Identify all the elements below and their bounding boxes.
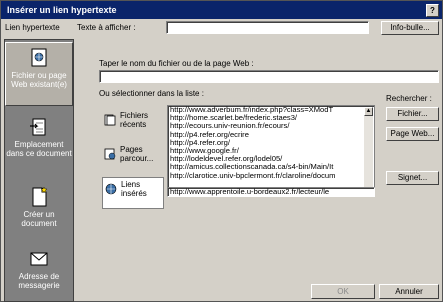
tab-label: Liens insérés xyxy=(121,180,147,198)
list-item[interactable]: http://www.adverbum.fr/index.php?class=X… xyxy=(168,106,368,114)
address-label: Taper le nom du fichier ou de la page We… xyxy=(99,59,254,68)
inserted-links-icon xyxy=(105,183,117,195)
cancel-button[interactable]: Annuler xyxy=(379,284,439,299)
document-location-icon xyxy=(30,118,46,136)
list-item[interactable]: http://clarotice.univ-bpclermont.fr/clar… xyxy=(168,172,368,180)
dialog-title: Insérer un lien hypertexte xyxy=(7,5,117,15)
tab-inserted-links[interactable]: Liens insérés xyxy=(102,177,164,209)
list-last-row[interactable]: http://www.apprentoile.u-bordeaux2.fr/le… xyxy=(167,187,375,197)
list-item[interactable]: http://lodeldevel.refer.org/lodel05/ xyxy=(168,155,368,163)
insert-hyperlink-dialog: Insérer un lien hypertexte ? Lien hypert… xyxy=(0,0,443,302)
tab-browsed-pages[interactable]: Pages parcour... xyxy=(102,143,162,171)
select-from-list-label: Ou sélectionner dans la liste : xyxy=(99,89,204,98)
web-page-icon xyxy=(31,48,47,67)
browse-label: Rechercher : xyxy=(386,94,432,103)
sidebar-item-label: Créer un document xyxy=(21,210,57,228)
address-input[interactable] xyxy=(99,70,439,83)
sidebar-item-new-document[interactable]: Créer un document xyxy=(5,186,73,236)
list-item[interactable]: http://www.apprentoile.u-bordeaux2.fr/le… xyxy=(168,188,329,196)
sidebar-item-document-location[interactable]: Emplacement dans ce document xyxy=(5,116,73,176)
link-to-label: Lien hypertexte xyxy=(5,23,60,32)
browse-web-button[interactable]: Page Web... xyxy=(386,127,439,141)
screentip-button[interactable]: Info-bulle... xyxy=(381,21,439,35)
recent-files-icon xyxy=(104,114,116,126)
sidebar-item-existing-file[interactable]: Fichier ou page Web existant(e) xyxy=(5,42,73,106)
ok-button[interactable]: OK xyxy=(311,284,375,299)
text-to-display-label: Texte à afficher : xyxy=(77,23,136,32)
tab-recent-files[interactable]: Fichiers récents xyxy=(102,109,162,137)
bookmark-button[interactable]: Signet... xyxy=(386,171,439,185)
list-item[interactable]: http://p4.refer.org/ xyxy=(168,139,368,147)
link-to-sidebar: Fichier ou page Web existant(e) Emplacem… xyxy=(4,39,74,302)
sidebar-item-label: Adresse de messagerie xyxy=(18,272,60,290)
inserted-links-list[interactable]: http://www.adverbum.fr/index.php?class=X… xyxy=(167,105,375,189)
email-icon xyxy=(30,252,48,266)
scroll-up-icon[interactable]: ▲ xyxy=(364,107,373,116)
browse-file-button[interactable]: Fichier... xyxy=(386,107,439,121)
sidebar-item-label: Emplacement dans ce document xyxy=(6,140,72,158)
text-to-display-input[interactable] xyxy=(166,21,369,34)
vertical-scrollbar[interactable]: ▲ xyxy=(364,107,373,187)
sidebar-item-email-address[interactable]: Adresse de messagerie xyxy=(5,248,73,298)
new-document-icon xyxy=(32,186,48,207)
list-item[interactable]: http://home.scarlet.be/frederic.staes3/ xyxy=(168,114,368,122)
help-button[interactable]: ? xyxy=(426,4,439,17)
list-item[interactable]: http://www.google.fr/ xyxy=(168,147,368,155)
list-item[interactable]: http://p4.refer.org/ecrire xyxy=(168,131,368,139)
browsed-pages-icon xyxy=(104,148,116,160)
title-bar: Insérer un lien hypertexte ? xyxy=(1,1,442,19)
tab-label: Pages parcour... xyxy=(120,145,154,163)
list-item[interactable]: http://amicus.collectionscanada.ca/s4-bi… xyxy=(168,163,368,171)
list-item[interactable]: http://ecours.univ-reunion.fr/ecours/ xyxy=(168,122,368,130)
tab-label: Fichiers récents xyxy=(120,111,149,129)
sidebar-item-label: Fichier ou page Web existant(e) xyxy=(11,71,67,89)
